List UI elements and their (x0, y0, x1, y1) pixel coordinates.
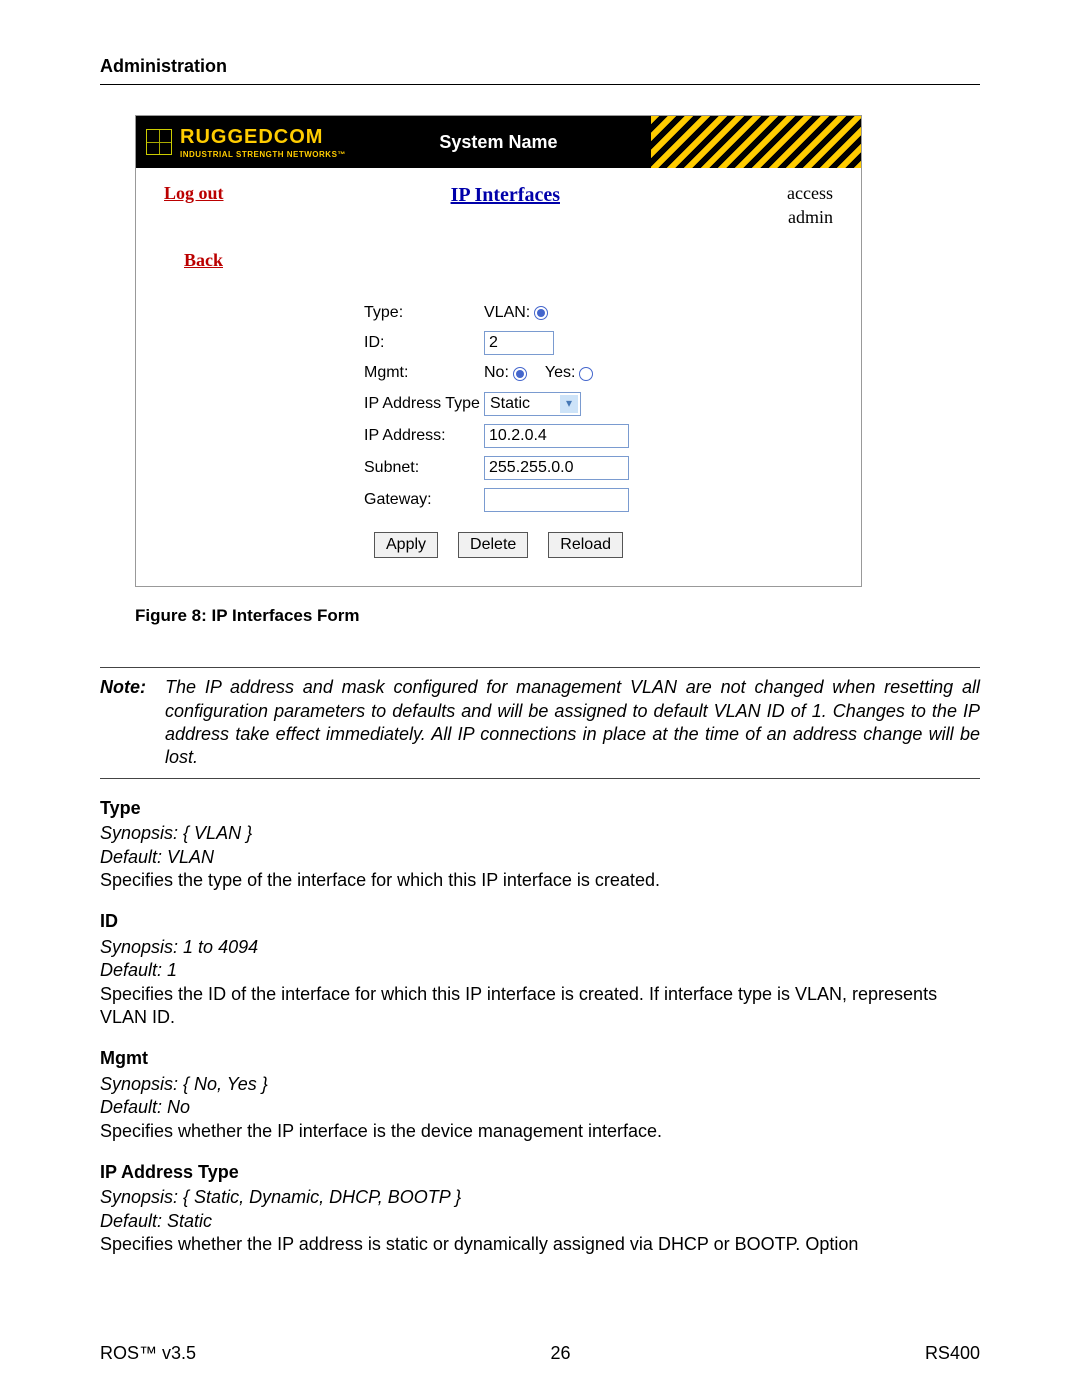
gateway-input[interactable] (484, 488, 629, 512)
ip-interfaces-link[interactable]: IP Interfaces (451, 182, 560, 208)
note-bottom-rule (100, 778, 980, 779)
mgmt-no-radio[interactable] (513, 367, 527, 381)
footer-center: 26 (550, 1342, 570, 1365)
gateway-label: Gateway: (364, 490, 484, 511)
mgmt-no-text: No: (484, 363, 509, 384)
apply-button[interactable]: Apply (374, 532, 438, 558)
reload-button[interactable]: Reload (548, 532, 623, 558)
chevron-down-icon: ▾ (560, 395, 578, 413)
param-id-title: ID (100, 910, 980, 933)
param-iptype-default: Default: Static (100, 1210, 980, 1233)
logo-name: RUGGEDCOM (180, 124, 346, 150)
page-section-title: Administration (100, 55, 980, 78)
mgmt-yes-radio[interactable] (579, 367, 593, 381)
ip-interfaces-form: Type: VLAN: ID: Mgmt: No: Yes: (364, 303, 833, 513)
header-stripes (651, 116, 861, 168)
figure-caption: Figure 8: IP Interfaces Form (135, 605, 980, 627)
param-iptype-synopsis: Synopsis: { Static, Dynamic, DHCP, BOOTP… (100, 1186, 980, 1209)
id-label: ID: (364, 333, 484, 354)
param-type-synopsis: Synopsis: { VLAN } (100, 822, 980, 845)
param-type-desc: Specifies the type of the interface for … (100, 869, 980, 892)
logo-icon (146, 129, 172, 155)
mgmt-label: Mgmt: (364, 363, 484, 384)
back-link[interactable]: Back (184, 250, 223, 270)
subnet-input[interactable] (484, 456, 629, 480)
footer-right: RS400 (925, 1342, 980, 1365)
param-id-desc: Specifies the ID of the interface for wh… (100, 983, 980, 1030)
divider (100, 84, 980, 85)
type-vlan-radio[interactable] (534, 306, 548, 320)
note-label: Note: (100, 676, 165, 770)
subnet-label: Subnet: (364, 458, 484, 479)
param-iptype-title: IP Address Type (100, 1161, 980, 1184)
note-text: The IP address and mask configured for m… (165, 676, 980, 770)
ip-address-input[interactable] (484, 424, 629, 448)
delete-button[interactable]: Delete (458, 532, 528, 558)
note-top-rule (100, 667, 980, 668)
ip-address-label: IP Address: (364, 426, 484, 447)
param-iptype-desc: Specifies whether the IP address is stat… (100, 1233, 980, 1256)
type-label: Type: (364, 303, 484, 324)
logout-link[interactable]: Log out (164, 182, 224, 205)
mgmt-yes-text: Yes: (545, 363, 576, 384)
ip-address-type-value: Static (485, 394, 558, 415)
param-mgmt-desc: Specifies whether the IP interface is th… (100, 1120, 980, 1143)
ip-address-type-label: IP Address Type (364, 394, 484, 415)
param-id-synopsis: Synopsis: 1 to 4094 (100, 936, 980, 959)
logo-tagline: INDUSTRIAL STRENGTH NETWORKS™ (180, 150, 346, 160)
footer-left: ROS™ v3.5 (100, 1342, 196, 1365)
type-vlan-text: VLAN: (484, 303, 530, 324)
access-level: access admin (787, 182, 833, 229)
system-name-title: System Name (346, 116, 651, 168)
ip-address-type-select[interactable]: Static ▾ (484, 392, 581, 416)
param-mgmt-title: Mgmt (100, 1047, 980, 1070)
param-mgmt-default: Default: No (100, 1096, 980, 1119)
param-type-title: Type (100, 797, 980, 820)
id-input[interactable] (484, 331, 554, 355)
ruggedcom-logo: RUGGEDCOM INDUSTRIAL STRENGTH NETWORKS™ (136, 116, 346, 168)
param-id-default: Default: 1 (100, 959, 980, 982)
param-mgmt-synopsis: Synopsis: { No, Yes } (100, 1073, 980, 1096)
param-type-default: Default: VLAN (100, 846, 980, 869)
ip-interfaces-screenshot: RUGGEDCOM INDUSTRIAL STRENGTH NETWORKS™ … (135, 115, 862, 587)
